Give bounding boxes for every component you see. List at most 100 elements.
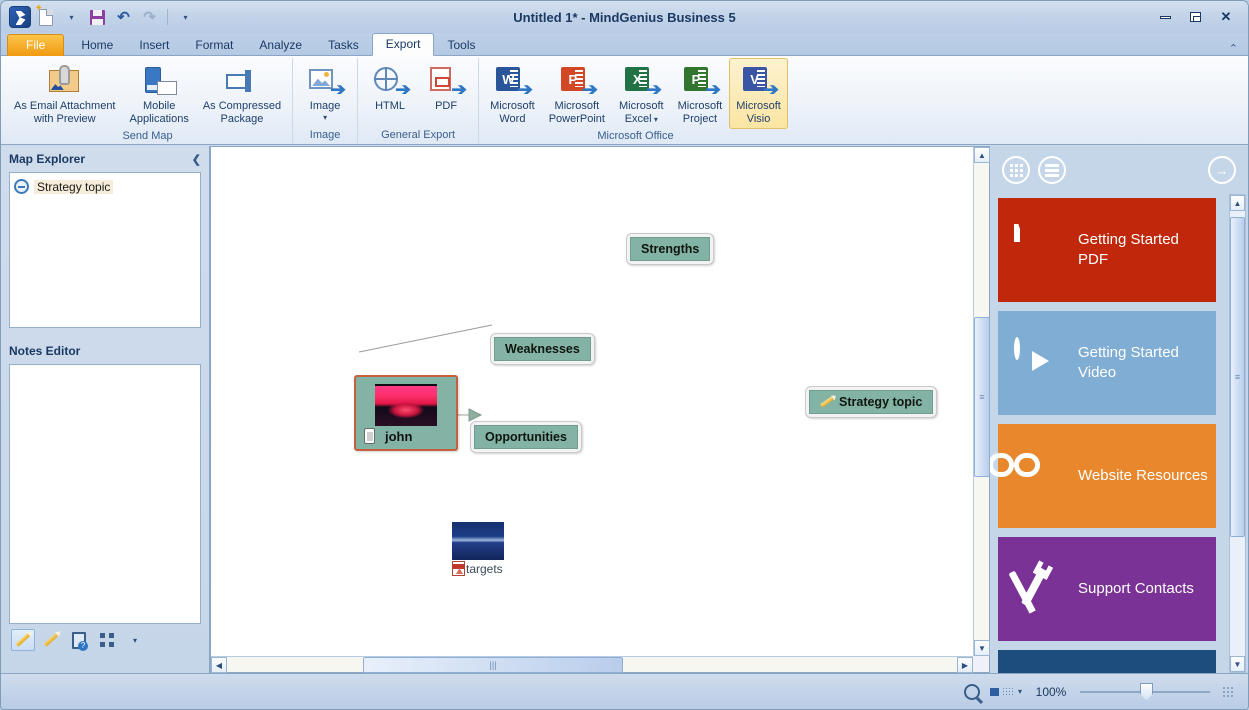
node-john-label: john <box>385 429 413 444</box>
collapse-ribbon-button[interactable]: ⌃ <box>1229 42 1248 55</box>
new-document-button[interactable] <box>34 3 57 29</box>
node-strengths[interactable]: Strengths <box>626 233 715 265</box>
zoom-slider[interactable] <box>1080 682 1210 701</box>
export-project-button[interactable]: P ➔ Microsoft Project <box>671 58 730 129</box>
card-getting-started-video-label: Getting Started Video <box>1078 343 1179 381</box>
restore-icon <box>1190 12 1201 22</box>
tab-insert[interactable]: Insert <box>126 35 182 56</box>
export-visio-button[interactable]: V ➔ Microsoft Visio <box>729 58 788 130</box>
redo-button[interactable]: ↷ <box>138 6 161 29</box>
horizontal-scroll-thumb[interactable]: ||| <box>363 657 623 673</box>
project-icon: P ➔ <box>683 64 721 98</box>
canvas-horizontal-scrollbar[interactable]: ◀ ||| ▶ <box>211 656 973 673</box>
collapse-node-icon[interactable] <box>14 179 29 194</box>
ribbon-group-label-send-map: Send Map <box>122 130 173 143</box>
new-dropdown-button[interactable]: ▾ <box>60 6 83 29</box>
canvas-vertical-scrollbar[interactable]: ▲ ≡ ▼ <box>973 147 990 656</box>
new-document-icon <box>35 3 53 26</box>
chevron-down-icon[interactable]: ▾ <box>652 115 658 124</box>
minimize-icon <box>1160 15 1171 19</box>
export-word-button[interactable]: W ➔ Microsoft Word <box>483 58 542 129</box>
tree-item-strategy-topic[interactable]: Strategy topic <box>14 179 196 194</box>
card-website-resources[interactable]: Website Resources <box>990 424 1216 528</box>
close-button[interactable]: ✕ <box>1211 7 1240 27</box>
image-export-button[interactable]: ➔ Image ▾ <box>297 58 353 126</box>
restore-button[interactable] <box>1181 7 1210 27</box>
title-bar: ▾ ↶ ↷ ▾ Untitled 1* - MindGenius Busines… <box>1 1 1248 33</box>
card-getting-started-pdf[interactable]: Getting Started PDF <box>998 198 1216 302</box>
map-explorer-tree[interactable]: Strategy topic <box>9 172 201 328</box>
zoom-slider-thumb[interactable] <box>1140 682 1153 701</box>
tab-tools[interactable]: Tools <box>434 35 488 56</box>
insert-note-button[interactable] <box>39 629 63 651</box>
scroll-left-button[interactable]: ◀ <box>211 657 227 673</box>
card-support-contacts[interactable]: Support Contacts <box>998 537 1216 641</box>
node-john[interactable]: john <box>354 375 458 451</box>
tile-view-button[interactable] <box>1002 156 1030 184</box>
list-icon <box>1045 163 1059 177</box>
chevron-down-icon[interactable]: ▾ <box>323 113 327 122</box>
export-powerpoint-button[interactable]: P ➔ Microsoft PowerPoint <box>542 58 612 129</box>
scroll-right-button[interactable]: ▶ <box>957 657 973 673</box>
tab-file[interactable]: File <box>7 34 65 56</box>
note-layout-button[interactable] <box>95 629 119 651</box>
tab-format[interactable]: Format <box>182 35 246 56</box>
note-more-dropdown[interactable]: ▾ <box>123 629 147 651</box>
pdf-file-icon <box>452 561 465 576</box>
cards-scroll-thumb[interactable]: ≡ <box>1230 217 1245 537</box>
view-mode-icon[interactable]: ▾ <box>989 687 1022 696</box>
as-compressed-package-button[interactable]: As Compressed Package <box>196 58 288 129</box>
tab-analyze[interactable]: Analyze <box>246 35 315 56</box>
customize-qat-button[interactable]: ▾ <box>174 6 197 29</box>
mobile-applications-button[interactable]: Mobile Applications <box>123 58 196 129</box>
note-properties-button[interactable] <box>67 629 91 651</box>
html-export-label: HTML <box>375 100 406 112</box>
card-getting-started-pdf-label: Getting Started PDF <box>1078 230 1179 268</box>
map-explorer-title: Map Explorer <box>9 152 86 166</box>
cards-scroll-down-button[interactable]: ▼ <box>1230 656 1245 672</box>
notes-editor-textarea[interactable] <box>9 364 201 624</box>
html-export-button[interactable]: ➔ HTML <box>362 58 418 117</box>
export-arrow-icon: ➔ <box>330 80 346 99</box>
resize-grip[interactable] <box>1222 685 1234 698</box>
collapse-panel-button[interactable]: → <box>1208 156 1236 184</box>
close-icon: ✕ <box>1220 9 1232 24</box>
magnifier-icon[interactable] <box>963 683 980 700</box>
card-getting-started-video[interactable]: Getting Started Video <box>998 311 1216 415</box>
note-attachment-icon[interactable] <box>364 428 375 444</box>
node-opportunities[interactable]: Opportunities <box>470 421 582 453</box>
tab-export[interactable]: Export <box>371 33 435 56</box>
attachment-targets[interactable]: targets <box>452 522 504 576</box>
arrow-right-icon: → <box>1215 162 1229 178</box>
mindgenius-window: ▾ ↶ ↷ ▾ Untitled 1* - MindGenius Busines… <box>0 0 1249 710</box>
pdf-export-button[interactable]: ➔ PDF <box>418 58 474 117</box>
tools-icon <box>1008 566 1062 612</box>
map-canvas[interactable]: Strengths Weaknesses Opportunities john … <box>211 147 973 656</box>
ribbon-tab-bar: File Home Insert Format Analyze Tasks Ex… <box>1 33 1248 56</box>
as-email-attachment-button[interactable]: As Email Attachment with Preview <box>7 58 123 129</box>
scroll-down-button[interactable]: ▼ <box>974 640 990 656</box>
list-view-button[interactable] <box>1038 156 1066 184</box>
minimize-button[interactable] <box>1151 7 1180 27</box>
export-excel-button[interactable]: X ➔ Microsoft Excel ▾ <box>612 58 671 129</box>
node-strengths-label: Strengths <box>630 237 711 261</box>
right-panel-scrollbar[interactable]: ▲ ≡ ▼ <box>1229 194 1246 673</box>
collapse-left-panel-button[interactable]: ❮ <box>192 153 201 166</box>
node-weaknesses[interactable]: Weaknesses <box>490 333 595 365</box>
app-logo-button[interactable] <box>8 6 31 29</box>
notes-editor-toolbar: ▾ <box>1 624 209 651</box>
vertical-scroll-thumb[interactable]: ≡ <box>974 317 990 477</box>
scroll-up-button[interactable]: ▲ <box>974 147 990 163</box>
node-strategy-topic[interactable]: Strategy topic <box>805 386 938 418</box>
undo-button[interactable]: ↶ <box>112 6 135 29</box>
cards-scroll-up-button[interactable]: ▲ <box>1230 195 1245 211</box>
save-button[interactable] <box>86 6 109 29</box>
chevron-down-icon[interactable]: ▾ <box>1018 687 1022 696</box>
tab-home[interactable]: Home <box>68 35 126 56</box>
card-partial-next[interactable] <box>998 650 1216 673</box>
chevron-down-icon: ▾ <box>183 12 188 22</box>
tab-tasks[interactable]: Tasks <box>315 35 372 56</box>
export-arrow-icon: ➔ <box>646 80 663 99</box>
edit-note-button[interactable] <box>11 629 35 651</box>
map-canvas-container: Strengths Weaknesses Opportunities john … <box>210 146 990 673</box>
